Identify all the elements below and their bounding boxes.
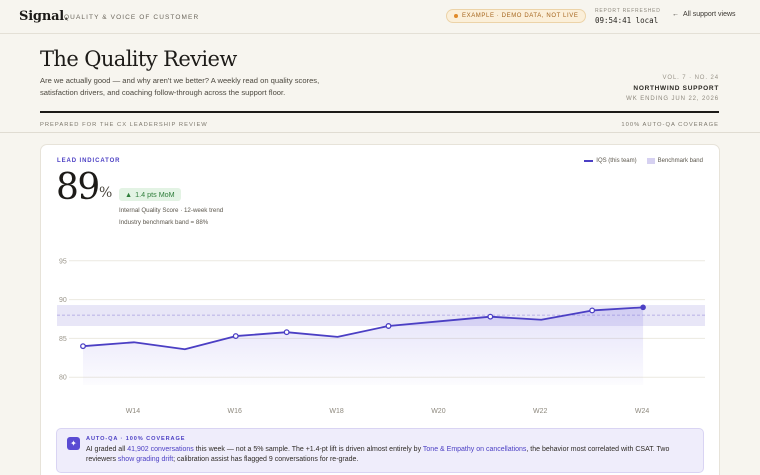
title-rule (40, 111, 719, 113)
kpi-unit: % (99, 185, 113, 201)
callout-text-part: ; calibration assist has flagged 9 conve… (173, 456, 359, 464)
triangle-up-icon: ▲ (125, 190, 133, 199)
conversations-link[interactable]: 41,902 conversations (127, 446, 194, 453)
example-badge: EXAMPLE · DEMO DATA, NOT LIVE (446, 9, 587, 23)
kpi-label: LEAD INDICATOR (57, 158, 121, 164)
y-tick-label: 85 (59, 336, 67, 343)
y-tick-label: 95 (59, 258, 67, 265)
divider (0, 132, 760, 133)
page-description: Are we actually good — and why aren't we… (40, 76, 320, 97)
quality-score-card: LEAD INDICATOR 89 % ▲ 1.4 pts MoM Intern… (40, 144, 720, 475)
x-tick-label: W18 (329, 408, 344, 415)
example-badge-label: EXAMPLE · DEMO DATA, NOT LIVE (462, 13, 579, 19)
data-point (487, 313, 494, 320)
legend-band-label: Benchmark band (657, 158, 703, 164)
iqs-trend-chart: 80 85 90 95 W14 W16 W18 W20 W22 W24 (57, 258, 705, 415)
week-ending: WK ENDING JUN 22, 2026 (626, 96, 719, 102)
legend-series-label: IQS (this team) (596, 158, 637, 164)
data-point (232, 333, 239, 340)
auto-qa-callout: ✦ AUTO-QA · 100% COVERAGE AI graded all … (56, 428, 704, 473)
sparkle-icon: ✦ (67, 437, 80, 450)
back-link-label: All support views (683, 11, 736, 18)
x-tick-label: W24 (635, 408, 650, 415)
top-bar: Signal. QUALITY & VOICE OF CUSTOMER EXAM… (0, 0, 760, 34)
data-point (385, 323, 392, 329)
callout-text-part: AI graded all (86, 446, 128, 453)
latest-data-point (640, 304, 646, 311)
benchmark-note: Industry benchmark band = 88% (119, 219, 209, 226)
issue-meta: VOL. 7 · NO. 24 NORTHWIND SUPPORT WK END… (626, 75, 719, 102)
refresh-label: REPORT REFRESHED (595, 8, 661, 14)
y-tick-label: 80 (59, 375, 67, 382)
data-point (283, 329, 290, 336)
band-swatch-icon (646, 158, 655, 164)
page-title: The Quality Review (40, 47, 237, 71)
refresh-time: 09:54:41 local (595, 16, 659, 25)
callout-tag: AUTO-QA · 100% COVERAGE (86, 436, 186, 442)
app-subtitle: QUALITY & VOICE OF CUSTOMER (64, 14, 200, 21)
grading-drift-link[interactable]: show grading drift (118, 456, 173, 463)
arrow-left-icon: ← (672, 11, 679, 18)
x-tick-label: W20 (431, 408, 446, 415)
callout-text: AI graded all 41,902 conversations this … (86, 445, 696, 466)
kpi-value: 89 (56, 167, 100, 208)
team-name: NORTHWIND SUPPORT (633, 85, 719, 92)
all-support-views-link[interactable]: ← All support views (672, 11, 736, 18)
data-point (80, 343, 86, 350)
line-swatch-icon (584, 160, 594, 162)
y-tick-label: 90 (59, 297, 67, 304)
x-tick-label: W14 (126, 408, 140, 415)
legend-band: Benchmark band (646, 158, 703, 164)
legend-series: IQS (this team) (584, 158, 637, 164)
kpi-caption: Internal Quality Score · 12-week trend (119, 207, 224, 214)
dot-icon (454, 14, 458, 18)
refresh-status: REPORT REFRESHED 09:54:41 local (595, 8, 661, 25)
coverage-label: 100% AUTO-QA COVERAGE (621, 122, 719, 128)
tone-empathy-link[interactable]: Tone & Empathy on cancellations (423, 446, 527, 453)
delta-badge: ▲ 1.4 pts MoM (119, 188, 181, 201)
data-point (589, 307, 596, 314)
callout-text-part: this week — not a 5% sample. The +1.4-pt… (193, 446, 423, 453)
logo[interactable]: Signal. (19, 9, 69, 24)
delta-value: 1.4 pts MoM (135, 190, 175, 199)
x-tick-label: W22 (533, 408, 548, 415)
volume-label: VOL. 7 · NO. 24 (662, 75, 719, 81)
x-tick-label: W16 (228, 408, 243, 415)
prepared-for: PREPARED FOR THE CX LEADERSHIP REVIEW (40, 122, 208, 128)
chart-legend: IQS (this team) Benchmark band (584, 158, 703, 164)
